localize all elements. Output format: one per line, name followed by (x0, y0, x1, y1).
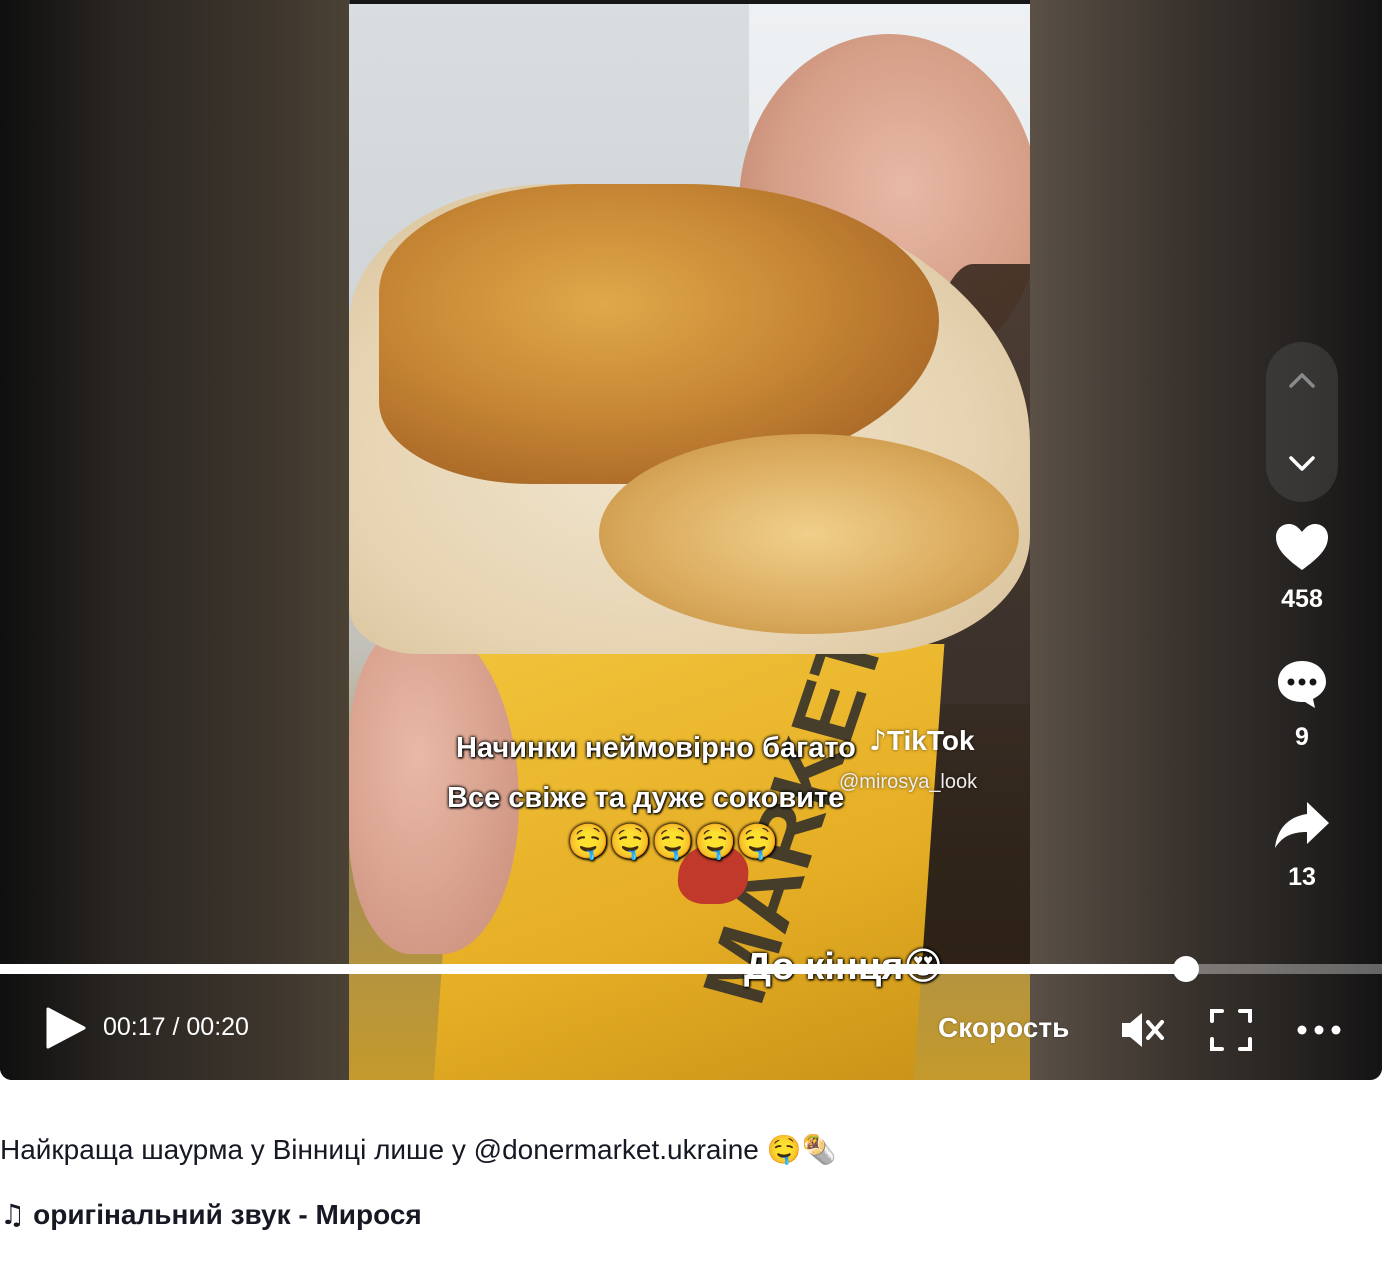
more-options-button[interactable] (1294, 1005, 1344, 1055)
heart-icon (1276, 524, 1328, 570)
like-button[interactable]: 458 (1262, 522, 1342, 614)
caption-emojis: 🤤🌯 (766, 1133, 837, 1166)
previous-video-button[interactable] (1266, 346, 1338, 416)
fullscreen-icon (1210, 1009, 1252, 1051)
music-note-icon: ♫ (0, 1198, 26, 1231)
shawarma-filling-chicken (599, 434, 1019, 634)
playback-time: 00:17 / 00:20 (103, 1013, 249, 1041)
tiktok-watermark: ♪TikTok (869, 724, 975, 757)
comment-icon (1278, 661, 1326, 708)
music-title: оригінальний звук - Мирося (33, 1199, 422, 1230)
like-count: 458 (1281, 585, 1323, 613)
overlay-emojis: 🤤🤤🤤🤤🤤 (567, 822, 779, 862)
share-button[interactable]: 13 (1262, 800, 1342, 892)
player-controls: 00:17 / 00:20 Скорость (0, 995, 1382, 1065)
chevron-down-icon (1289, 456, 1315, 471)
watermark-username: @mirosya_look (839, 771, 978, 793)
tiktok-logo-icon: ♪ (869, 724, 887, 757)
overlay-text-line2: Все свіже та дуже соковите (447, 782, 845, 814)
share-count: 13 (1288, 863, 1316, 891)
overlay-text-line1: Начинки неймовірно багато (456, 732, 856, 764)
play-icon (46, 1007, 86, 1049)
mute-button[interactable] (1118, 1005, 1168, 1055)
video-player[interactable]: MARKET Начинки неймовірно багато Все сві… (0, 0, 1382, 1080)
video-caption: Найкраща шаурма у Вінниці лише у @donerm… (0, 1133, 836, 1166)
blurred-background-left (0, 0, 350, 1080)
comment-button[interactable]: 9 (1262, 658, 1342, 752)
chevron-up-icon (1289, 373, 1315, 388)
fullscreen-button[interactable] (1206, 1005, 1256, 1055)
video-navigation (1266, 342, 1338, 502)
speed-button[interactable]: Скорость (938, 1012, 1069, 1044)
next-video-button[interactable] (1266, 428, 1338, 498)
video-frame[interactable]: MARKET Начинки неймовірно багато Все сві… (349, 4, 1030, 1080)
share-arrow-icon (1275, 802, 1329, 848)
progress-fill (0, 964, 1186, 974)
comment-count: 9 (1295, 723, 1309, 751)
music-link[interactable]: ♫ оригінальний звук - Мирося (0, 1198, 422, 1231)
speaker-muted-icon (1122, 1013, 1164, 1047)
play-button[interactable] (40, 1003, 90, 1053)
caption-text: Найкраща шаурма у Вінниці лише у @donerm… (0, 1134, 759, 1165)
progress-thumb[interactable] (1172, 956, 1199, 982)
progress-bar[interactable] (0, 956, 1382, 982)
more-dots-icon (1297, 1025, 1341, 1035)
